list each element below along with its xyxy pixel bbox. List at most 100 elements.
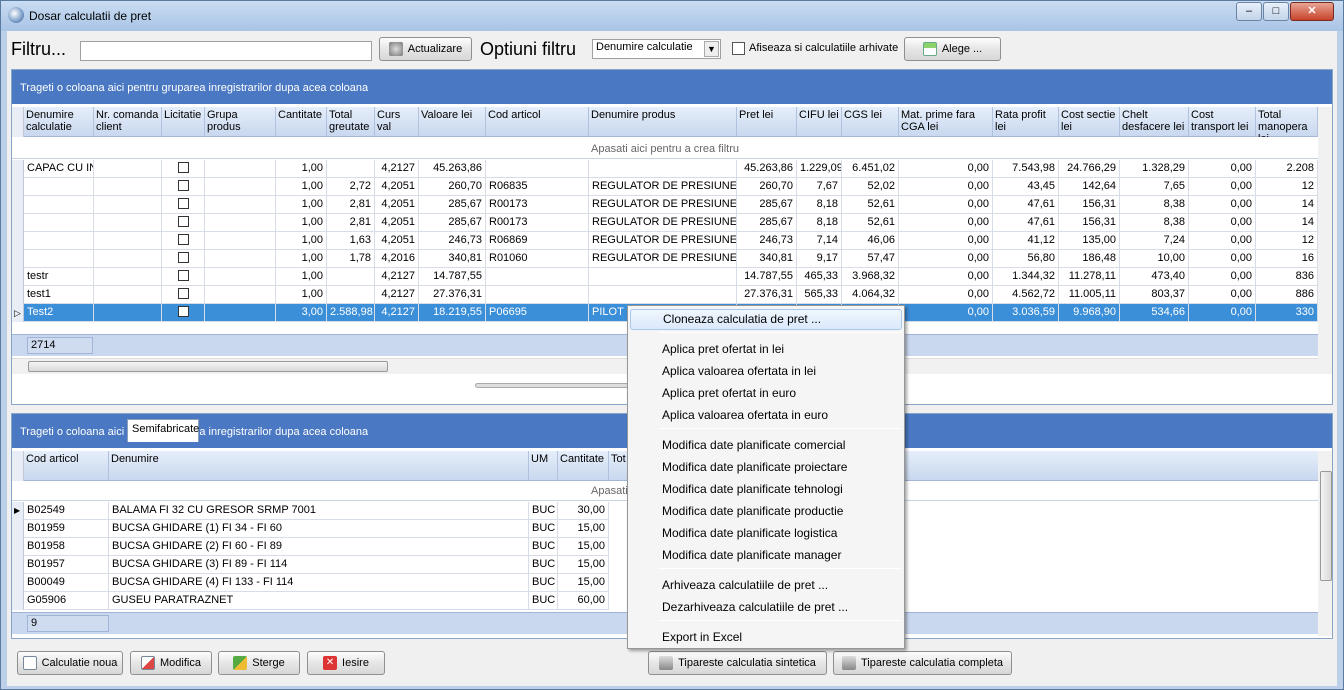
- column-header[interactable]: CGS lei: [842, 107, 899, 137]
- table-row[interactable]: testr 1,00 4,2127 14.787,55 14.787,55 465,33 3…: [12, 268, 1318, 286]
- table-cell: 14: [1256, 196, 1318, 214]
- column-header[interactable]: Rata profit lei: [993, 107, 1059, 137]
- table-row[interactable]: test1 1,00 4,2127 27.376,31 27.376,31 565,33 4…: [12, 286, 1318, 304]
- row-indicator: [12, 592, 24, 610]
- exit-button[interactable]: ✕ Iesire: [307, 651, 385, 675]
- table-cell: [205, 232, 276, 250]
- vertical-scrollbar[interactable]: [1318, 107, 1332, 374]
- table-cell[interactable]: [162, 196, 205, 214]
- licitatie-checkbox[interactable]: [177, 287, 189, 299]
- group-panel[interactable]: Trageti o coloana aici pentru gruparea i…: [12, 70, 1332, 104]
- archived-checkbox[interactable]: [732, 42, 745, 55]
- tab-semifabricate[interactable]: Semifabricate: [127, 419, 199, 442]
- licitatie-checkbox[interactable]: [177, 197, 189, 209]
- minimize-button[interactable]: –: [1236, 2, 1262, 21]
- column-header[interactable]: Pret lei: [737, 107, 797, 137]
- column-header[interactable]: Cantitate: [558, 451, 609, 481]
- menu-item[interactable]: Modifica date planificate productie: [630, 501, 902, 522]
- splitter-handle[interactable]: [475, 383, 635, 388]
- table-row[interactable]: 1,00 2,81 4,2051 285,67 R00173 REGULATOR DE P…: [12, 196, 1318, 214]
- close-button[interactable]: ✕: [1290, 2, 1334, 21]
- menu-item[interactable]: Modifica date planificate comercial: [630, 435, 902, 456]
- menu-item[interactable]: Modifica date planificate tehnologi: [630, 479, 902, 500]
- table-cell: 14.787,55: [737, 268, 797, 286]
- maximize-button[interactable]: □: [1263, 2, 1289, 21]
- vertical-scrollbar-bottom[interactable]: [1318, 451, 1332, 636]
- table-cell: REGULATOR DE PRESIUNE RT: [589, 196, 737, 214]
- table-cell: 8,38: [1120, 214, 1189, 232]
- table-cell: 0,00: [899, 250, 993, 268]
- menu-item[interactable]: Export in Excel: [630, 627, 902, 648]
- app-icon: [8, 7, 24, 23]
- table-row[interactable]: CAPAC CU IN 1,00 4,2127 45.263,86 45.263,86 1…: [12, 160, 1318, 178]
- column-header[interactable]: Valoare lei: [419, 107, 486, 137]
- filter-row[interactable]: Apasati aici pentru a crea filtru: [12, 139, 1318, 159]
- table-cell: 260,70: [419, 178, 486, 196]
- table-row[interactable]: 1,00 2,72 4,2051 260,70 R06835 REGULATOR DE P…: [12, 178, 1318, 196]
- column-header[interactable]: Cantitate: [276, 107, 327, 137]
- column-header[interactable]: Mat. prime fara CGA lei: [899, 107, 993, 137]
- column-header[interactable]: Total greutate: [327, 107, 375, 137]
- column-header[interactable]: CIFU lei: [797, 107, 842, 137]
- delete-button[interactable]: Sterge: [218, 651, 300, 675]
- licitatie-checkbox[interactable]: [177, 233, 189, 245]
- scroll-thumb-bottom[interactable]: [1320, 471, 1332, 581]
- licitatie-checkbox[interactable]: [177, 161, 189, 173]
- table-cell[interactable]: [162, 286, 205, 304]
- column-header[interactable]: Total manopera lei: [1256, 107, 1318, 137]
- filter-input[interactable]: [80, 41, 372, 61]
- menu-item[interactable]: Aplica valoarea ofertata in lei: [630, 361, 902, 382]
- column-header[interactable]: Denumire produs: [589, 107, 737, 137]
- table-row[interactable]: 1,00 1,78 4,2016 340,81 R01060 REGULATOR DE P…: [12, 250, 1318, 268]
- table-row[interactable]: 1,00 2,81 4,2051 285,67 R00173 REGULATOR DE P…: [12, 214, 1318, 232]
- new-calculation-button[interactable]: Calculatie noua: [17, 651, 123, 675]
- menu-item[interactable]: Modifica date planificate proiectare: [630, 457, 902, 478]
- table-cell[interactable]: [162, 214, 205, 232]
- scroll-thumb[interactable]: [28, 361, 388, 372]
- column-header[interactable]: Cod articol: [24, 451, 109, 481]
- edit-button[interactable]: Modifica: [130, 651, 212, 675]
- table-cell: [94, 160, 162, 178]
- menu-item[interactable]: Modifica date planificate logistica: [630, 523, 902, 544]
- menu-item[interactable]: Dezarhiveaza calculatiile de pret ...: [630, 597, 902, 618]
- row-indicator: [12, 232, 24, 250]
- licitatie-checkbox[interactable]: [177, 215, 189, 227]
- table-cell[interactable]: [162, 232, 205, 250]
- column-header[interactable]: Cost sectie lei: [1059, 107, 1120, 137]
- column-header[interactable]: Chelt desfacere lei: [1120, 107, 1189, 137]
- licitatie-checkbox[interactable]: [177, 251, 189, 263]
- menu-item[interactable]: Aplica pret ofertat in euro: [630, 383, 902, 404]
- column-header[interactable]: Denumire: [109, 451, 529, 481]
- table-cell: [589, 286, 737, 304]
- menu-item[interactable]: Cloneaza calculatia de pret ...: [630, 309, 902, 330]
- table-cell[interactable]: [162, 160, 205, 178]
- menu-item[interactable]: Aplica valoarea ofertata in euro: [630, 405, 902, 426]
- menu-item[interactable]: Modifica date planificate manager: [630, 545, 902, 566]
- menu-item[interactable]: Aplica pret ofertat in lei: [630, 339, 902, 360]
- table-cell[interactable]: [162, 178, 205, 196]
- column-header[interactable]: Grupa produs: [205, 107, 276, 137]
- choose-button[interactable]: Alege ...: [904, 37, 1001, 61]
- licitatie-checkbox[interactable]: [177, 269, 189, 281]
- table-cell: 3.968,32: [842, 268, 899, 286]
- table-cell[interactable]: [162, 304, 205, 322]
- options-select[interactable]: Denumire calculatie ▼: [592, 39, 721, 59]
- licitatie-checkbox[interactable]: [177, 179, 189, 191]
- table-cell: [94, 268, 162, 286]
- column-header[interactable]: Nr. comanda client: [94, 107, 162, 137]
- column-header[interactable]: UM: [529, 451, 558, 481]
- column-header[interactable]: Cod articol: [486, 107, 589, 137]
- refresh-button[interactable]: Actualizare: [379, 37, 472, 61]
- table-cell[interactable]: [162, 250, 205, 268]
- print-summary-button[interactable]: Tipareste calculatia sintetica: [648, 651, 827, 675]
- column-header[interactable]: Cost transport lei: [1189, 107, 1256, 137]
- chevron-down-icon[interactable]: ▼: [704, 41, 719, 57]
- column-header[interactable]: Curs val: [375, 107, 419, 137]
- table-row[interactable]: 1,00 1,63 4,2051 246,73 R06869 REGULATOR DE P…: [12, 232, 1318, 250]
- column-header[interactable]: Denumire calculatie: [24, 107, 94, 137]
- print-full-button[interactable]: Tipareste calculatia completa: [833, 651, 1012, 675]
- table-cell[interactable]: [162, 268, 205, 286]
- licitatie-checkbox[interactable]: [177, 305, 189, 317]
- column-header[interactable]: Licitatie: [162, 107, 205, 137]
- menu-item[interactable]: Arhiveaza calculatiile de pret ...: [630, 575, 902, 596]
